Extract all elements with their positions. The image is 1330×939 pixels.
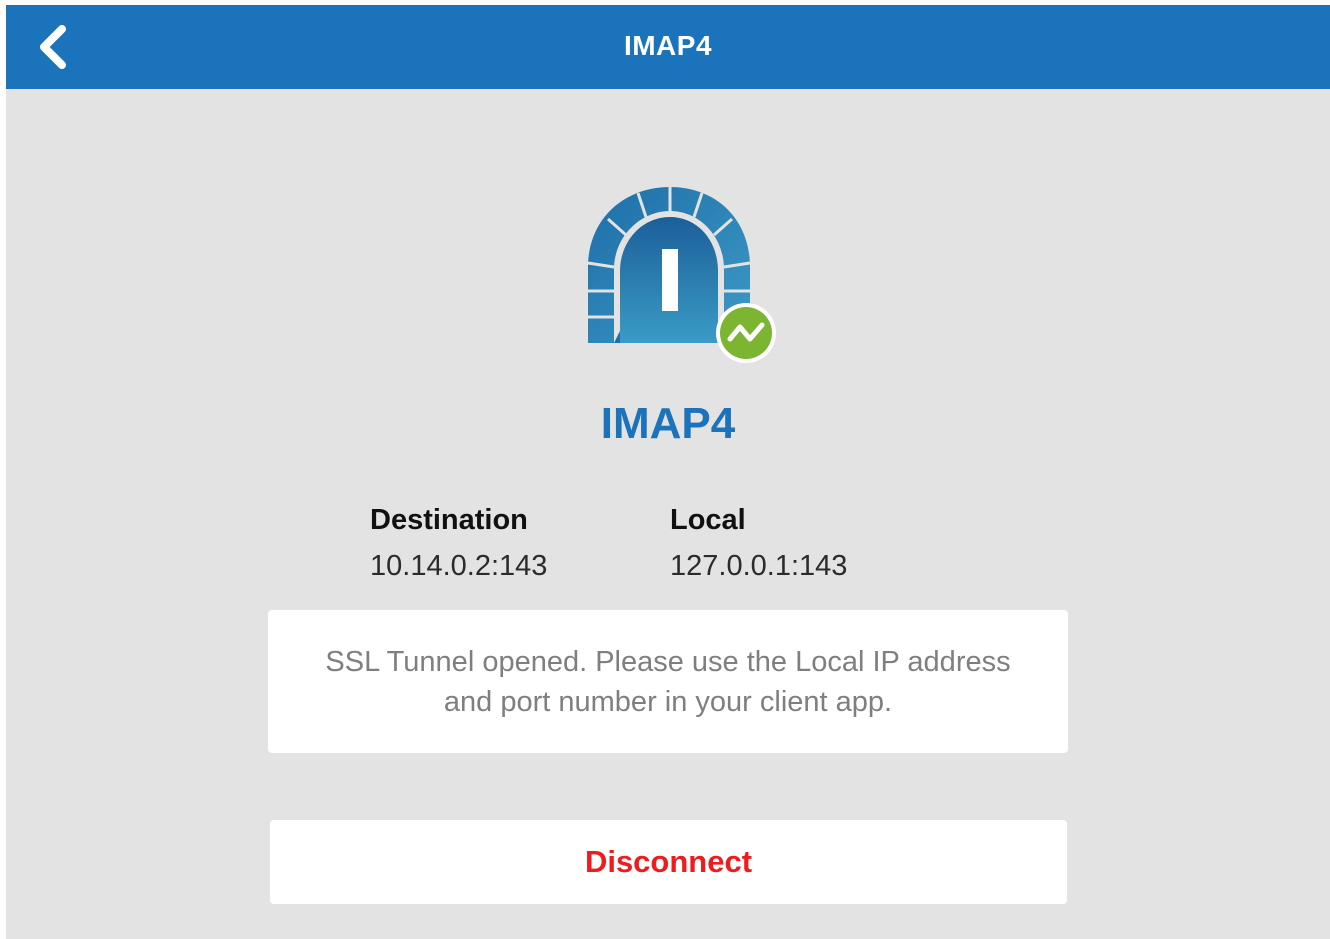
app-screen: IMAP4 IMAP4 Destination 10.14.0.2:143 Lo…	[6, 5, 1330, 939]
local-label: Local	[670, 504, 746, 536]
local-value: 127.0.0.1:143	[670, 550, 848, 582]
status-message-card: SSL Tunnel opened. Please use the Local …	[268, 610, 1068, 753]
destination-value: 10.14.0.2:143	[370, 550, 548, 582]
destination-block: Destination 10.14.0.2:143	[370, 503, 547, 583]
header-bar: IMAP4	[6, 5, 1330, 89]
connected-status-icon	[716, 303, 776, 363]
page-title: IMAP4	[623, 30, 713, 61]
disconnect-button[interactable]: Disconnect	[270, 820, 1067, 904]
disconnect-label: Disconnect	[584, 844, 753, 879]
tunnel-arch-icon	[587, 185, 776, 363]
local-block: Local 127.0.0.1:143	[670, 503, 847, 583]
tunnel-name: IMAP4	[600, 399, 736, 448]
status-message-text: SSL Tunnel opened. Please use the Local …	[325, 645, 1011, 718]
destination-label: Destination	[370, 504, 528, 536]
